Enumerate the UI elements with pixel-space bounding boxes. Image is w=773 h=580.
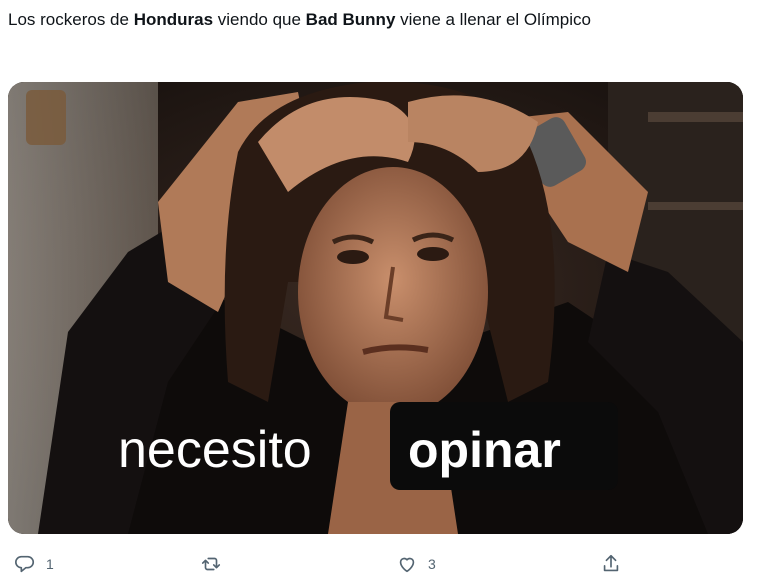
share-icon: [603, 554, 619, 572]
retweet-button[interactable]: [200, 548, 232, 580]
tweet-text-part: Los rockeros de: [8, 10, 134, 29]
share-button[interactable]: [600, 548, 622, 580]
tweet-text-part: viendo que: [213, 10, 306, 29]
tweet-actions: 1 3: [0, 548, 773, 580]
tweet-text: Los rockeros de Honduras viendo que Bad …: [8, 6, 748, 33]
tweet-media-image[interactable]: necesito opinar: [8, 82, 743, 534]
reply-icon: [15, 555, 34, 573]
like-button[interactable]: 3: [396, 548, 436, 580]
reply-button[interactable]: 1: [14, 548, 54, 580]
reply-count: 1: [46, 556, 54, 572]
meme-photo: necesito opinar: [8, 82, 743, 534]
caption-text-plain: necesito: [118, 421, 312, 479]
retweet-icon: [201, 557, 221, 571]
caption-text-highlight: opinar: [408, 422, 561, 478]
tweet-text-bold-bad-bunny: Bad Bunny: [305, 10, 396, 29]
tweet-text-part: viene a llenar el Olímpico: [395, 10, 591, 29]
like-count: 3: [428, 556, 436, 572]
tweet-text-bold-honduras: Honduras: [133, 10, 214, 29]
heart-icon: [399, 557, 415, 573]
